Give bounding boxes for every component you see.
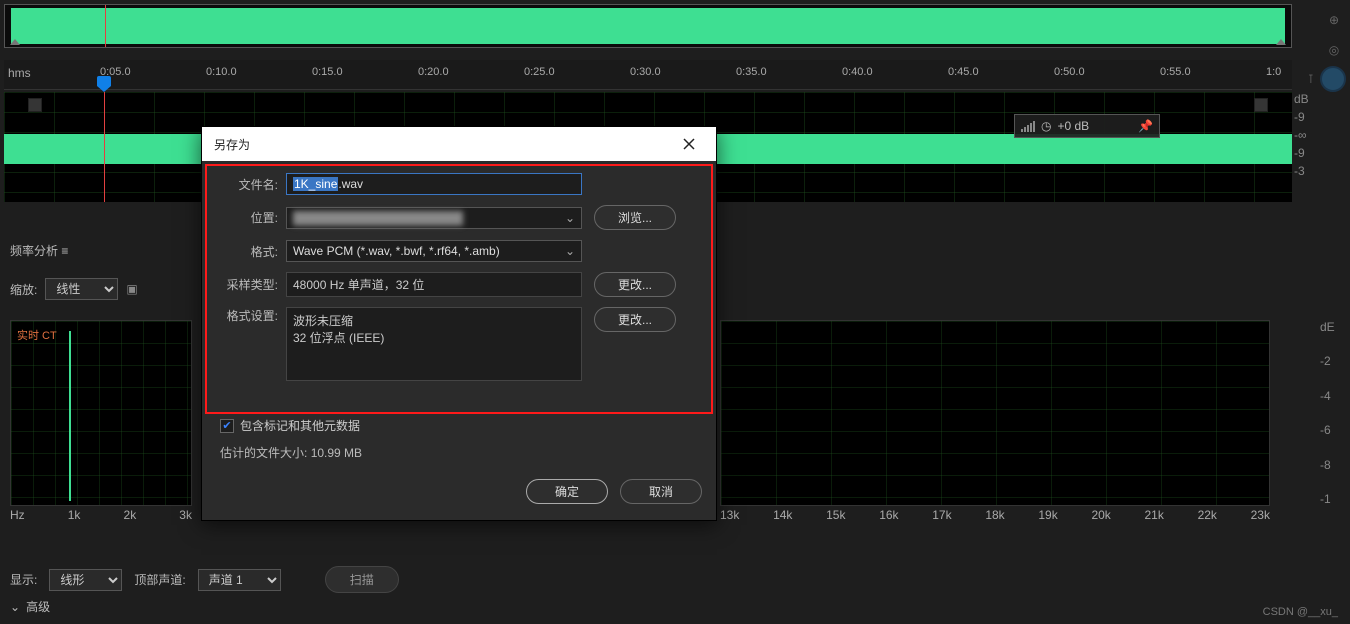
top-channel-select[interactable]: 声道 1 [198,569,281,591]
gain-value: +0 dB [1057,119,1089,133]
format-select[interactable]: Wave PCM (*.wav, *.bwf, *.rf64, *.amb) ⌄ [286,240,582,262]
ruler-tick: 0:45.0 [948,66,979,78]
filename-label: 文件名: [216,176,278,193]
db-scale: dB -9 -∞ -9 -3 [1294,92,1314,182]
overview-playhead[interactable] [105,5,106,47]
dialog-titlebar[interactable]: 另存为 [202,127,716,161]
ruler-tick: 0:20.0 [418,66,449,78]
ruler-tick: 0:40.0 [842,66,873,78]
pan-knob-icon[interactable] [1320,66,1346,92]
snapshot-icon[interactable]: ▣ [126,282,140,296]
waveform-playhead[interactable] [104,92,105,202]
zoom-tool-icon[interactable]: ⊕ [1324,10,1344,30]
ruler-playhead-marker[interactable] [104,76,118,92]
location-value: ████████████████████ [293,211,463,225]
clock-icon: ◷ [1041,119,1051,133]
dialog-title: 另存为 [214,136,250,153]
chevron-down-icon[interactable]: ⌄ [10,600,20,614]
filename-selected-text: 1K_sine [293,177,338,191]
format-value: Wave PCM (*.wav, *.bwf, *.rf64, *.amb) [293,244,500,258]
freq-db-scale-right: dE -2 -4 -6 -8 -1 [1320,320,1346,506]
display-select[interactable]: 线形 [49,569,122,591]
watermark: CSDN @__xu_ [1263,606,1338,618]
ruler-unit-label: hms [8,66,31,80]
ruler-tick: 0:25.0 [524,66,555,78]
save-as-dialog: 另存为 文件名: 1K_sine.wav 位置: ███████████████… [201,126,717,521]
ruler-tick: 1:0 [1266,66,1281,78]
freq-axis-right: 13k 14k 15k 16k 17k 18k 19k 20k 21k 22k … [720,508,1270,522]
ruler-tick: 0:10.0 [206,66,237,78]
target-icon[interactable]: ◎ [1324,40,1344,60]
zoom-select[interactable]: 线性 [45,278,118,300]
freq-peak [69,331,71,501]
freq-grid [11,321,191,505]
include-meta-label: 包含标记和其他元数据 [240,417,360,434]
scan-button[interactable]: 扫描 [325,566,399,593]
estimate-value: 10.99 MB [311,446,362,460]
channel-toggle-icon[interactable] [28,98,42,112]
location-select[interactable]: ████████████████████ ⌄ [286,207,582,229]
sample-type-label: 采样类型: [216,276,278,293]
format-label: 格式: [216,243,278,260]
filename-input[interactable]: 1K_sine.wav [286,173,582,195]
close-button[interactable] [674,129,704,159]
change-sample-button[interactable]: 更改... [594,272,676,297]
filename-ext: .wav [338,177,363,191]
display-label: 显示: [10,571,37,588]
format-settings-label: 格式设置: [216,307,278,324]
time-ruler[interactable]: hms 0:05.0 0:10.0 0:15.0 0:20.0 0:25.0 0… [4,60,1292,90]
browse-button[interactable]: 浏览... [594,205,676,230]
change-format-button[interactable]: 更改... [594,307,676,332]
freq-plot-right[interactable] [720,320,1270,506]
chevron-down-icon: ⌄ [565,244,575,258]
freq-grid [721,321,1269,505]
freq-plot-left[interactable]: 实时 CT [10,320,192,506]
ruler-tick: 0:55.0 [1160,66,1191,78]
estimate-label: 估计的文件大小: [220,446,307,460]
advanced-label[interactable]: 高级 [26,598,50,615]
cancel-button[interactable]: 取消 [620,479,702,504]
pin-icon[interactable]: 📌 [1138,119,1153,133]
close-icon [683,138,695,150]
include-meta-checkbox[interactable]: ✔ [220,419,234,433]
location-label: 位置: [216,209,278,226]
ruler-tick: 0:30.0 [630,66,661,78]
pin-small-icon[interactable]: ⊺ [1308,72,1314,86]
overview-end-triangle [1276,39,1286,45]
ruler-tick: 0:50.0 [1054,66,1085,78]
top-channel-label: 顶部声道: [134,571,185,588]
overview-start-triangle [10,39,20,45]
ruler-tick: 0:15.0 [312,66,343,78]
freq-axis-left: Hz 1k 2k 3k [10,508,192,522]
zoom-label: 缩放: [10,281,37,298]
freq-live-label: 实时 CT [17,327,57,343]
overview-wave-body [11,8,1285,44]
sample-type-field: 48000 Hz 单声道，32 位 [286,272,582,297]
ruler-tick: 0:35.0 [736,66,767,78]
channel-toggle-icon[interactable] [1254,98,1268,112]
ok-button[interactable]: 确定 [526,479,608,504]
chevron-down-icon: ⌄ [565,211,575,225]
gain-hud[interactable]: ◷ +0 dB 📌 [1014,114,1160,138]
level-bars-icon [1021,120,1035,132]
overview-waveform[interactable] [4,4,1292,48]
freq-panel-title: 频率分析 ≡ [10,242,68,259]
format-settings-box: 波形未压缩 32 位浮点 (IEEE) [286,307,582,381]
